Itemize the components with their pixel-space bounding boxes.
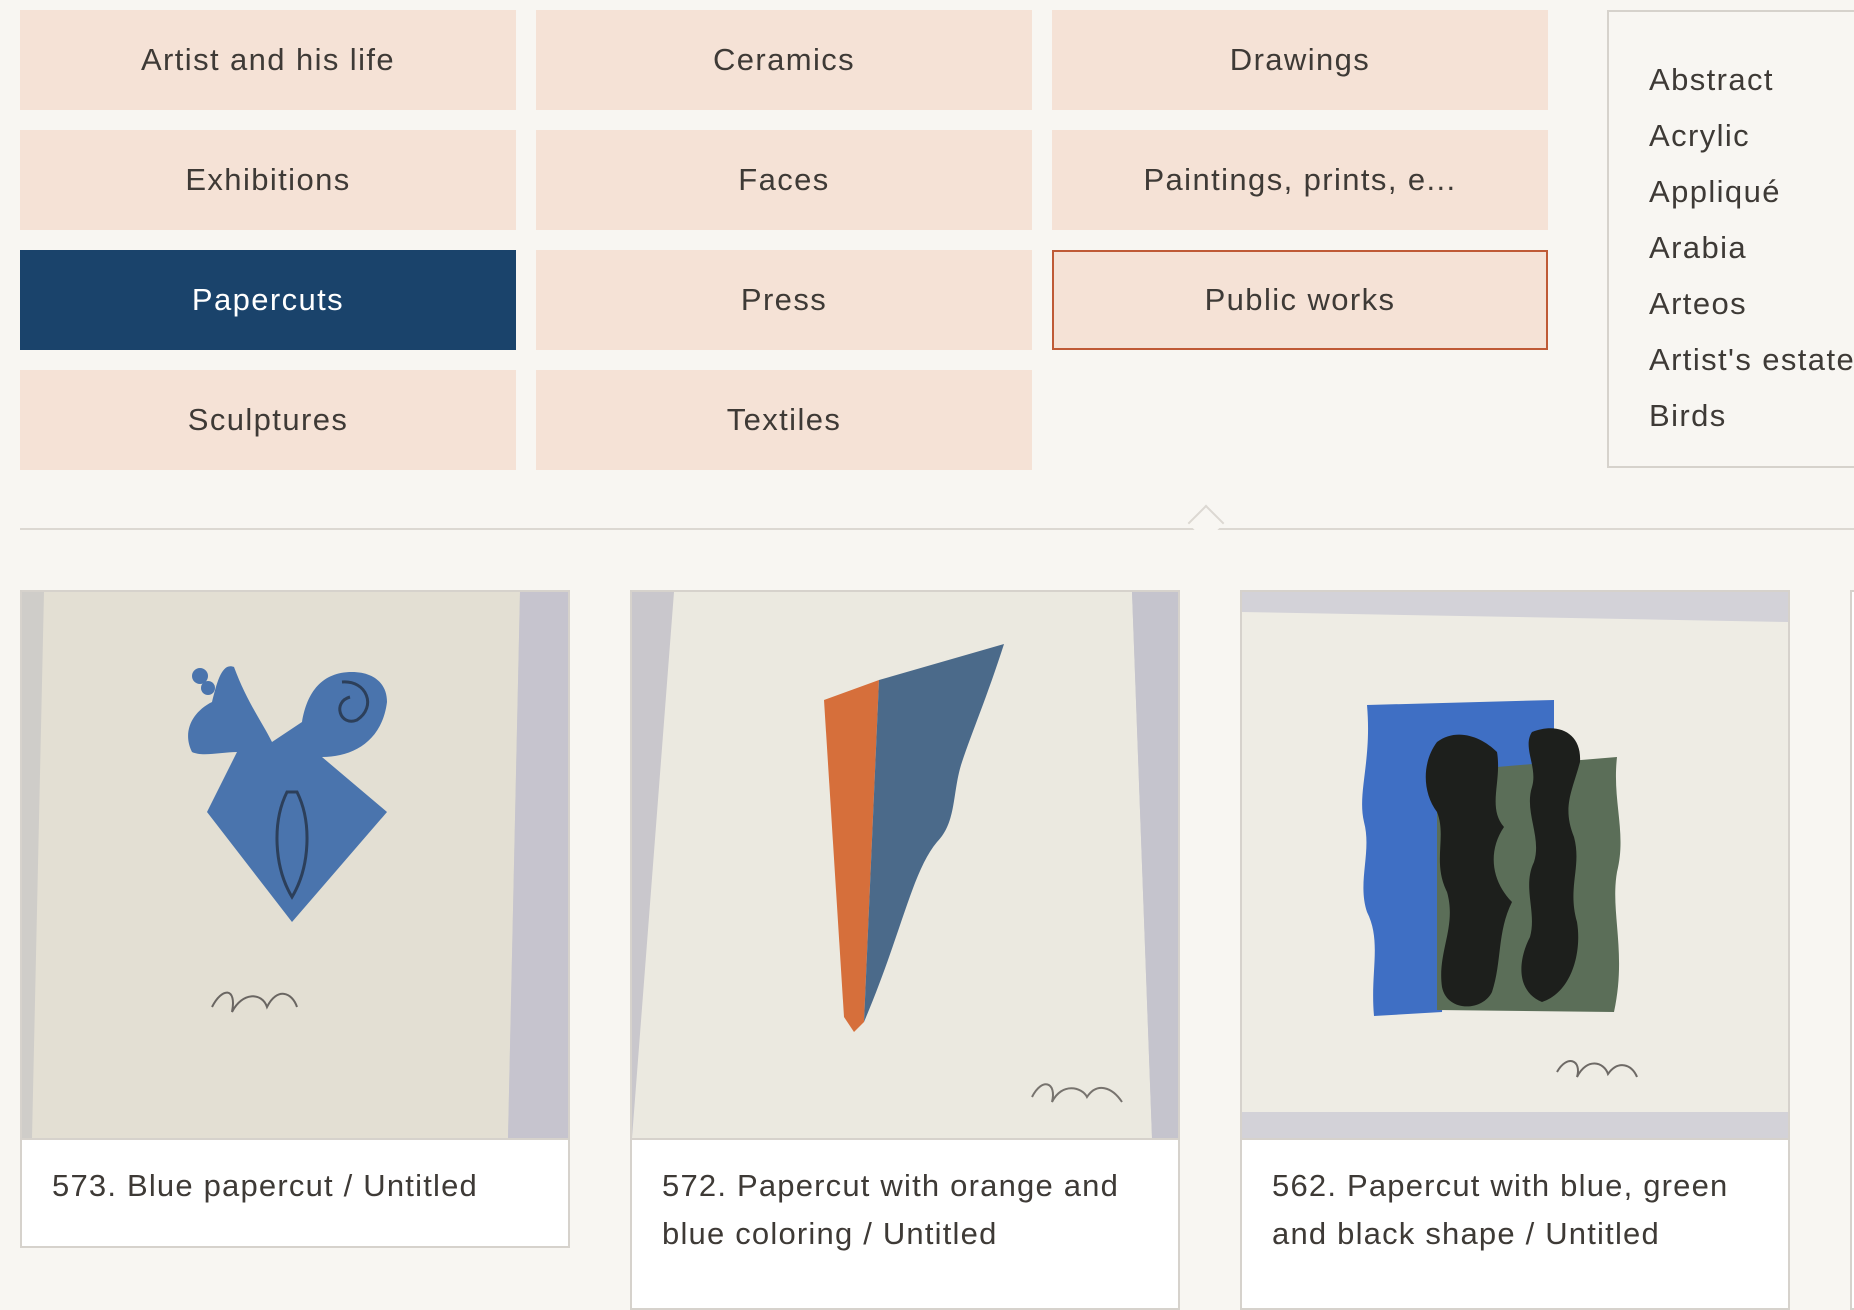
tag-item-artists-estate[interactable]: Artist's estate bbox=[1649, 332, 1854, 388]
category-button-drawings[interactable]: Drawings bbox=[1052, 10, 1548, 110]
artwork-card[interactable]: 562. Papercut with blue, green and black… bbox=[1240, 590, 1790, 1310]
category-button-press[interactable]: Press bbox=[536, 250, 1032, 350]
caret-up-icon bbox=[1187, 504, 1225, 542]
artwork-thumbnail-blue-papercut[interactable] bbox=[22, 592, 568, 1140]
category-button-faces[interactable]: Faces bbox=[536, 130, 1032, 230]
category-button-artist-and-his-life[interactable]: Artist and his life bbox=[20, 10, 516, 110]
tag-item-arteos[interactable]: Arteos bbox=[1649, 276, 1854, 332]
tag-item-acrylic[interactable]: Acrylic bbox=[1649, 108, 1854, 164]
artwork-card[interactable]: 573. Blue papercut / Untitled bbox=[20, 590, 570, 1248]
tag-item-birds[interactable]: Birds bbox=[1649, 388, 1854, 444]
tag-list-panel[interactable]: Abstract Acrylic Appliqué Arabia Arteos … bbox=[1607, 10, 1854, 468]
section-divider bbox=[20, 528, 1854, 530]
artwork-caption[interactable]: 572. Papercut with orange and blue color… bbox=[632, 1140, 1178, 1258]
tag-item-arabia[interactable]: Arabia bbox=[1649, 220, 1854, 276]
category-button-papercuts[interactable]: Papercuts bbox=[20, 250, 516, 350]
tag-list: Abstract Acrylic Appliqué Arabia Arteos … bbox=[1609, 12, 1854, 444]
tag-item-applique[interactable]: Appliqué bbox=[1649, 164, 1854, 220]
category-button-sculptures[interactable]: Sculptures bbox=[20, 370, 516, 470]
tag-item-abstract[interactable]: Abstract bbox=[1649, 52, 1854, 108]
artwork-thumbnail-orange-blue-papercut[interactable] bbox=[632, 592, 1178, 1140]
category-button-paintings-prints[interactable]: Paintings, prints, e... bbox=[1052, 130, 1548, 230]
artwork-thumbnail-blue-green-black-papercut[interactable] bbox=[1242, 592, 1788, 1140]
artwork-caption[interactable]: 573. Blue papercut / Untitled bbox=[22, 1140, 568, 1210]
artwork-card-partial[interactable] bbox=[1850, 590, 1854, 1310]
artwork-caption[interactable]: 562. Papercut with blue, green and black… bbox=[1242, 1140, 1788, 1258]
category-button-textiles[interactable]: Textiles bbox=[536, 370, 1032, 470]
category-button-exhibitions[interactable]: Exhibitions bbox=[20, 130, 516, 230]
artwork-card[interactable]: 572. Papercut with orange and blue color… bbox=[630, 590, 1180, 1310]
category-filter-grid: Artist and his life Ceramics Drawings Ex… bbox=[20, 10, 1548, 470]
category-button-ceramics[interactable]: Ceramics bbox=[536, 10, 1032, 110]
category-button-public-works[interactable]: Public works bbox=[1052, 250, 1548, 350]
